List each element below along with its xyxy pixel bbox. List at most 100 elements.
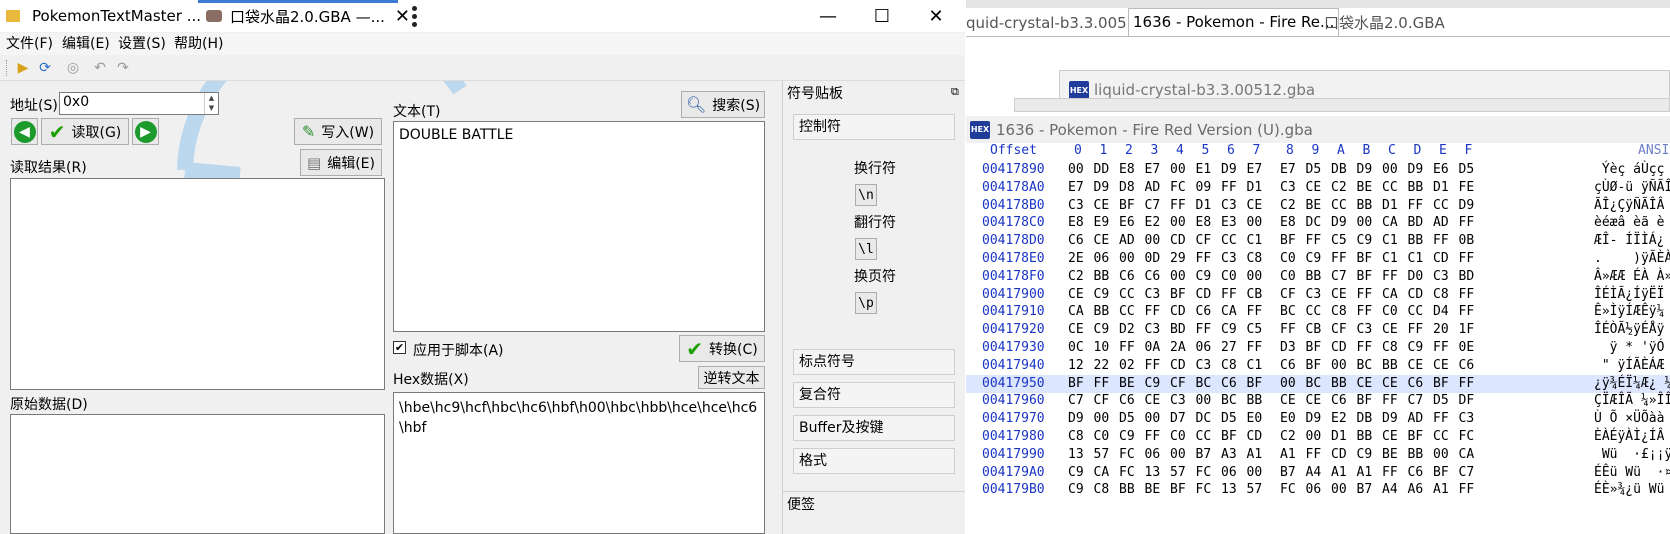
hex-byte[interactable]: 00 xyxy=(1306,428,1322,446)
hex-byte[interactable]: E0 xyxy=(1280,410,1296,428)
hex-byte[interactable]: 2A xyxy=(1170,339,1186,357)
hex-byte[interactable]: C7 xyxy=(1331,268,1347,286)
hex-byte[interactable]: BF xyxy=(1357,268,1373,286)
hex-byte[interactable]: BF xyxy=(1433,375,1449,393)
hex-byte[interactable]: FF xyxy=(1145,428,1161,446)
hex-byte[interactable]: BB xyxy=(1408,232,1424,250)
hex-byte[interactable]: C3 xyxy=(1170,392,1186,410)
hex-byte[interactable]: C1 xyxy=(1247,232,1263,250)
hex-row[interactable]: 004178F0 C2 BB C6 C6 00 C9 C0 00 C0 BB C7 BF FF D0 C3 BD… xyxy=(966,268,1670,286)
hex-byte[interactable]: C6 xyxy=(1119,268,1135,286)
apply-script-checkbox[interactable]: ✔ xyxy=(393,341,406,354)
hex-byte[interactable]: C6 xyxy=(1119,392,1135,410)
hex-byte[interactable]: 00 xyxy=(1094,410,1110,428)
hex-byte[interactable]: BC xyxy=(1357,357,1373,375)
hex-byte[interactable]: 13 xyxy=(1068,446,1084,464)
hex-byte[interactable]: FF xyxy=(1357,303,1373,321)
hex-byte[interactable]: FF xyxy=(1306,232,1322,250)
hex-byte[interactable]: D9 xyxy=(1357,161,1373,179)
hex-byte[interactable]: FC xyxy=(1459,428,1475,446)
raw-data-box[interactable] xyxy=(10,414,385,534)
hex-byte[interactable]: C9 xyxy=(1119,428,1135,446)
hex-byte[interactable]: E3 xyxy=(1221,214,1237,232)
hex-byte[interactable]: CE xyxy=(1408,357,1424,375)
hex-byte[interactable]: FF xyxy=(1119,339,1135,357)
hex-byte[interactable]: BC xyxy=(1221,392,1237,410)
menu-help[interactable]: 帮助(H) xyxy=(168,33,229,55)
hex-byte[interactable]: 00 xyxy=(1357,214,1373,232)
hex-byte[interactable]: CA xyxy=(1094,464,1110,482)
hex-byte[interactable]: BF xyxy=(1357,392,1373,410)
hex-byte[interactable]: C6 xyxy=(1459,357,1475,375)
hex-byte[interactable]: FC xyxy=(1119,446,1135,464)
file-tab-crystal-gba[interactable]: 口袋水晶2.0.GBA xyxy=(1324,10,1445,36)
hex-byte[interactable]: FF xyxy=(1247,303,1263,321)
hex-byte[interactable]: C6 xyxy=(1408,375,1424,393)
row-ascii[interactable]: èéæâ èã è xyxy=(1594,214,1664,232)
hex-byte[interactable]: BB xyxy=(1094,268,1110,286)
hex-byte[interactable]: C6 xyxy=(1408,464,1424,482)
hex-byte[interactable]: A4 xyxy=(1306,464,1322,482)
hex-byte[interactable]: DB xyxy=(1357,410,1373,428)
hex-byte[interactable]: CC xyxy=(1196,428,1212,446)
convert-button[interactable]: ✔ 转换(C) xyxy=(679,335,765,362)
hex-byte[interactable]: C3 xyxy=(1221,197,1237,215)
hex-byte[interactable]: A4 xyxy=(1382,481,1398,499)
hex-byte[interactable]: 02 xyxy=(1119,357,1135,375)
redo-icon[interactable]: ↷ xyxy=(114,59,132,77)
hex-byte[interactable]: A1 xyxy=(1357,464,1373,482)
tab-pokemon-text-master[interactable]: PokemonTextMaster ... xyxy=(6,0,201,32)
hex-byte[interactable]: C3 xyxy=(1068,197,1084,215)
hex-window-titlebar[interactable]: HEX 1636 - Pokemon - Fire Red Version (U… xyxy=(966,116,1670,143)
hex-byte[interactable]: E7 xyxy=(1280,161,1296,179)
row-ascii[interactable]: çÙØ-ü ÿÑÃÎ xyxy=(1594,179,1670,197)
hex-byte[interactable]: BB xyxy=(1331,375,1347,393)
hex-byte[interactable]: D9 xyxy=(1221,161,1237,179)
hex-byte[interactable]: BF xyxy=(1306,357,1322,375)
hex-byte[interactable]: BF xyxy=(1357,250,1373,268)
hex-byte[interactable]: C8 xyxy=(1094,481,1110,499)
hex-byte[interactable]: CF xyxy=(1331,321,1347,339)
hex-byte[interactable]: 13 xyxy=(1145,464,1161,482)
hex-byte[interactable]: CE xyxy=(1247,197,1263,215)
hex-byte[interactable]: DF xyxy=(1459,392,1475,410)
hex-row[interactable]: 004179B0 C9 C8 BB BE BF FC 13 57 FC 06 00 B7 A4 A6 A1 FF… xyxy=(966,481,1670,499)
hex-byte[interactable]: BE xyxy=(1145,481,1161,499)
punctuation-section[interactable]: 标点符号 xyxy=(793,349,955,375)
hex-byte[interactable]: CE xyxy=(1306,179,1322,197)
hex-byte[interactable]: 13 xyxy=(1221,481,1237,499)
hex-byte[interactable]: CE xyxy=(1280,392,1296,410)
hex-byte[interactable]: AD xyxy=(1408,410,1424,428)
hex-byte[interactable]: C0 xyxy=(1280,268,1296,286)
hex-byte[interactable]: FC xyxy=(1280,481,1296,499)
read-button[interactable]: ✔ 读取(G) xyxy=(41,118,129,145)
hex-byte[interactable]: 1F xyxy=(1459,321,1475,339)
hex-byte[interactable]: FF xyxy=(1331,250,1347,268)
hex-byte[interactable]: CE xyxy=(1382,428,1398,446)
hex-byte[interactable]: C8 xyxy=(1247,250,1263,268)
hex-byte[interactable]: 06 xyxy=(1221,464,1237,482)
hex-byte[interactable]: C8 xyxy=(1433,286,1449,304)
row-ascii[interactable]: Ù Õ ×ÜÕàà xyxy=(1594,410,1664,428)
hex-byte[interactable]: CE xyxy=(1306,392,1322,410)
hex-byte[interactable]: CC xyxy=(1119,286,1135,304)
hex-byte[interactable]: E7 xyxy=(1145,161,1161,179)
address-spinner[interactable]: ▲ ▼ xyxy=(204,93,218,114)
hex-byte[interactable]: FF xyxy=(1382,268,1398,286)
hex-row[interactable]: 004178B0 C3 CE BF C7 FF D1 C3 CE C2 BE CC BB D1 FF CC D9… xyxy=(966,197,1670,215)
hex-byte[interactable]: 00 xyxy=(1119,250,1135,268)
hex-byte[interactable]: BD xyxy=(1170,321,1186,339)
hex-byte[interactable]: FF xyxy=(1459,250,1475,268)
hex-byte[interactable]: FF xyxy=(1357,286,1373,304)
hex-byte[interactable]: BE xyxy=(1357,179,1373,197)
hex-row[interactable]: 00417960 C7 CF C6 CE C3 00 BC BB CE CE C6 BF FF C7 D5 DF… xyxy=(966,392,1670,410)
address-input[interactable]: 0x0 ▲ ▼ xyxy=(59,92,219,115)
hex-byte[interactable]: C8 xyxy=(1221,357,1237,375)
hex-byte[interactable]: FF xyxy=(1221,286,1237,304)
hex-byte[interactable]: 00 xyxy=(1196,392,1212,410)
more-options-icon[interactable] xyxy=(408,4,420,28)
hex-byte[interactable]: CE xyxy=(1331,286,1347,304)
hex-byte[interactable]: CE xyxy=(1382,375,1398,393)
hex-byte[interactable]: CF xyxy=(1280,286,1296,304)
hex-byte[interactable]: D9 xyxy=(1094,179,1110,197)
